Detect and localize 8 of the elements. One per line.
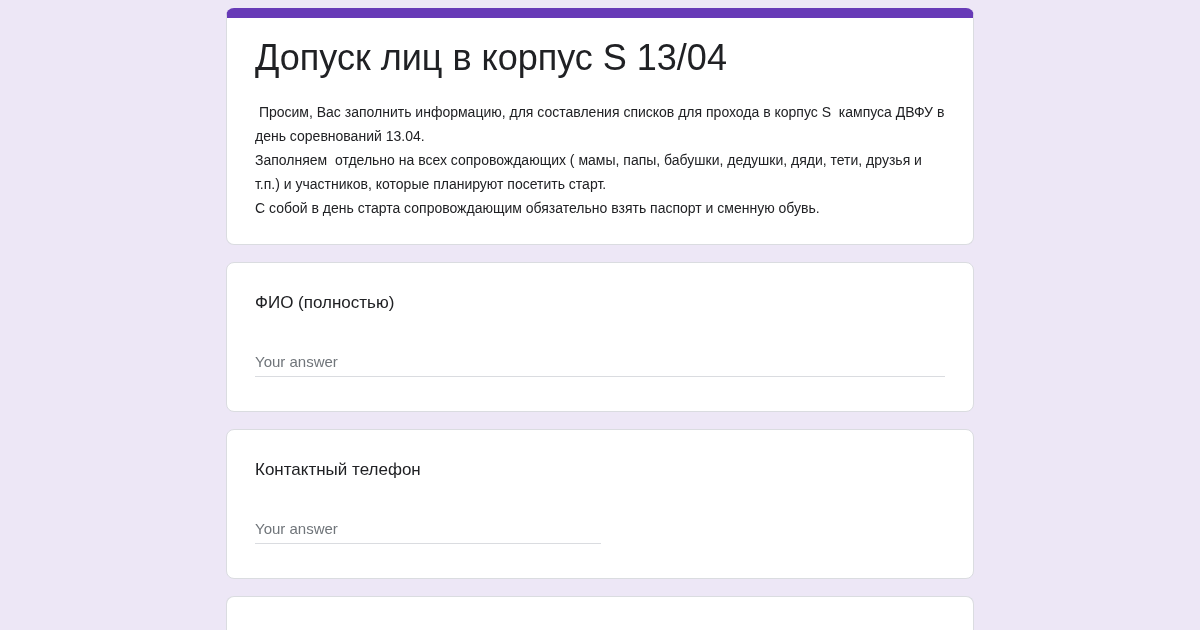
answer-field[interactable]: Your answer [255, 353, 945, 377]
answer-field[interactable]: Your answer [255, 520, 601, 544]
question-label: ФИО (полностью) [255, 292, 396, 314]
form-description: Просим, Вас заполнить информацию, для составления списков для прохода в корпус S кампуса ДВФУ в день соревнований 13.04. [255, 103, 946, 146]
form-title: Допуск лиц в корпус S 13/04 [255, 36, 728, 80]
form-description: С собой в день старта сопровождающим обязательно взять паспорт и сменную обувь. [255, 199, 821, 218]
form-description: Заполняем отдельно на всех сопровождающих ( мамы, папы, бабушки, дедушки, дяди, тети, друзья и т.п.) и участников, которые планируют посетить старт. [255, 151, 923, 194]
question-label: Контактный телефон [255, 459, 422, 481]
